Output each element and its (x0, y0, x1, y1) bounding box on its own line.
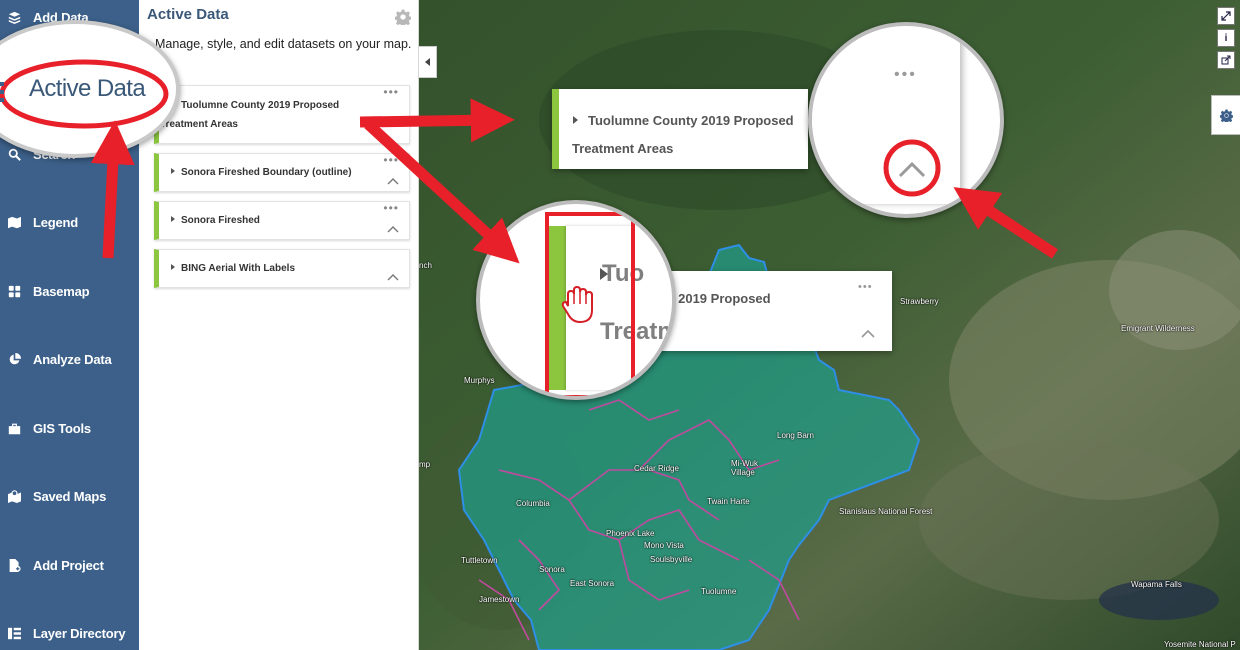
expand-caret-icon[interactable] (171, 168, 175, 174)
zoom-callout-collapse: ••• (808, 22, 1004, 218)
nav-item-label: Basemap (33, 283, 90, 299)
map-label: Mono Vista (644, 541, 684, 550)
map-label: Columbia (516, 499, 550, 508)
info-icon: i (1224, 32, 1228, 44)
more-options-icon[interactable]: ••• (383, 202, 399, 214)
nav-item-legend[interactable]: Legend (0, 210, 139, 234)
gear-icon[interactable] (395, 9, 411, 25)
nav-item-saved-maps[interactable]: Saved Maps (0, 484, 139, 508)
map-label: Strawberry (900, 297, 939, 306)
map-label: East Sonora (570, 579, 615, 588)
panel-subtitle: Manage, style, and edit datasets on your… (155, 37, 412, 51)
active-data-panel: Active Data Manage, style, and edit data… (139, 0, 419, 650)
layer-card[interactable]: Sonora Fireshed ••• (154, 201, 410, 240)
map-label: mp (419, 460, 431, 469)
nav-item-gis-tools[interactable]: GIS Tools (0, 416, 139, 440)
collapse-panel-button[interactable] (419, 46, 437, 78)
expand-caret-icon (573, 116, 578, 124)
layer-card[interactable]: Sonora Fireshed Boundary (outline) ••• (154, 153, 410, 192)
map-label: Tuolumne (701, 587, 737, 596)
more-options-icon: ••• (858, 281, 873, 293)
caret-left-icon (425, 58, 430, 66)
map-label: Wapama Falls (1131, 580, 1182, 589)
expand-caret-icon[interactable] (171, 264, 175, 270)
share-button[interactable] (1217, 51, 1235, 69)
saved-maps-icon (8, 489, 21, 503)
chevron-up-icon (861, 329, 875, 338)
toolbox-icon (8, 423, 21, 434)
layer-card[interactable]: Tuolumne County 2019 Proposed Treatment … (154, 85, 410, 144)
directory-icon (8, 627, 21, 639)
info-button[interactable]: i (1217, 29, 1235, 47)
zoom-callout-active-data: Active Data (0, 20, 180, 158)
map-label: nch (419, 261, 432, 270)
layer-name: Tuolumne County 2019 Proposed (181, 100, 340, 111)
map-label: Tuttletown (461, 556, 498, 565)
map-label: Long Barn (777, 431, 814, 440)
nav-item-label: Add Project (33, 557, 104, 573)
chevron-up-icon[interactable] (387, 177, 399, 185)
map-label: Cedar Ridge (634, 464, 679, 473)
layer-name: Sonora Fireshed (181, 215, 260, 226)
map-label: Twain Harte (707, 497, 750, 506)
grab-hand-icon (561, 285, 593, 324)
more-options-icon[interactable]: ••• (383, 86, 399, 98)
active-data-zoom-text: Active Data (29, 75, 146, 102)
map-label: Jamestown (479, 595, 520, 604)
nav-item-analyze-data[interactable]: Analyze Data (0, 347, 139, 371)
more-options-icon[interactable]: ••• (383, 154, 399, 166)
map-legend-icon (8, 216, 21, 228)
map-label: Emigrant Wilderness (1121, 324, 1195, 333)
chevron-up-icon[interactable] (387, 273, 399, 281)
expand-caret-icon[interactable] (171, 216, 175, 222)
nav-item-label: Saved Maps (33, 488, 107, 504)
map-label: Sonora (539, 565, 565, 574)
pie-chart-icon (9, 352, 21, 364)
nav-item-label: Analyze Data (33, 351, 112, 367)
layer-name: BING Aerial With Labels (181, 263, 296, 274)
zoom-callout-layer-card: Tuolumne County 2019 Proposed Treatment … (552, 89, 808, 169)
layers-add-icon (8, 11, 21, 24)
add-file-icon (9, 558, 21, 572)
zoom-callout-drag-handle: Tuo Treatm (476, 200, 676, 400)
nav-item-layer-directory[interactable]: Layer Directory (0, 621, 139, 645)
nav-item-label: GIS Tools (33, 420, 91, 436)
map-settings-button[interactable] (1211, 95, 1240, 135)
expand-button[interactable] (1217, 7, 1235, 25)
callout-layer-name-line2: Treatment Areas (572, 141, 674, 156)
nav-item-label: Legend (33, 214, 79, 230)
map-label: Stanislaus National Forest (839, 507, 933, 516)
layer-card[interactable]: BING Aerial With Labels (154, 249, 410, 288)
nav-item-label: Layer Directory (33, 625, 126, 641)
map-label: Yosemite National P (1164, 640, 1236, 649)
callout-layer-name: Tuolumne County 2019 Proposed (588, 113, 794, 128)
expand-icon (1221, 11, 1231, 21)
nav-item-basemap[interactable]: Basemap (0, 279, 139, 303)
layer-name: Sonora Fireshed Boundary (outline) (181, 167, 352, 178)
gear-icon (1219, 109, 1233, 122)
map-label: Mi-Wuk Village (731, 459, 758, 477)
map-label: Phoenix Lake (606, 529, 655, 538)
panel-title: Active Data (147, 6, 229, 23)
nav-item-add-project[interactable]: Add Project (0, 553, 139, 577)
map-label: Soulsbyville (650, 555, 693, 564)
chevron-up-icon (898, 161, 926, 178)
chevron-up-icon[interactable] (387, 225, 399, 233)
grid-icon (8, 285, 21, 297)
share-icon (1221, 55, 1231, 65)
